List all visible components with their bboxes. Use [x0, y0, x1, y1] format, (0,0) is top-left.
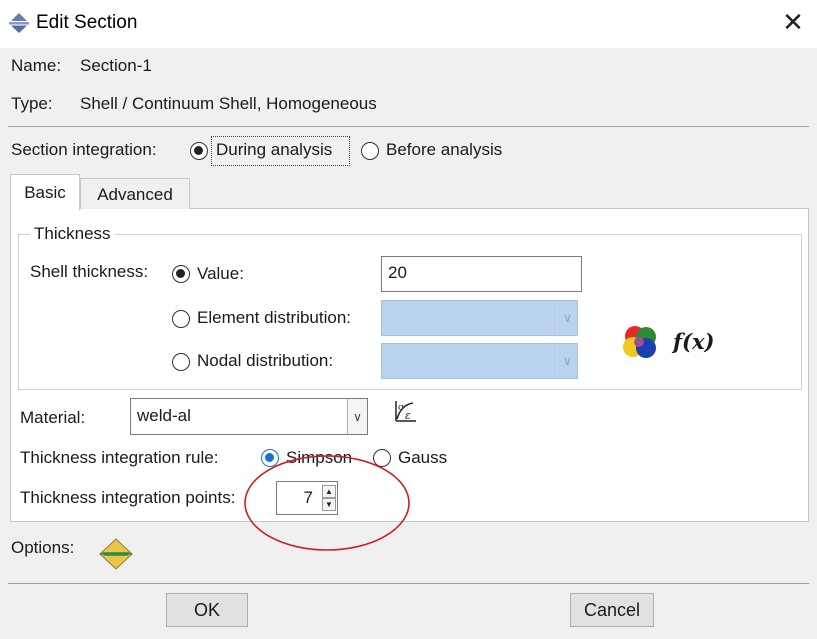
- shell-thickness-label: Shell thickness:: [30, 262, 149, 281]
- material-editor-icon[interactable]: ε σ: [393, 399, 419, 425]
- separator: [8, 126, 809, 127]
- window-title: Edit Section: [36, 12, 138, 33]
- abaqus-section-icon: [9, 13, 29, 33]
- chevron-down-icon: ∨: [557, 301, 577, 335]
- annotation-ellipse: [244, 455, 410, 551]
- integration-points-label: Thickness integration points:: [20, 488, 236, 507]
- tab-advanced[interactable]: Advanced: [80, 178, 190, 209]
- during-analysis-radio[interactable]: [190, 142, 208, 160]
- chevron-down-icon: ∨: [347, 399, 367, 434]
- element-distribution-combo[interactable]: ∨: [381, 300, 578, 336]
- nodal-distribution-label[interactable]: Nodal distribution:: [197, 351, 333, 371]
- section-integration-label: Section integration:: [11, 140, 157, 159]
- type-value: Shell / Continuum Shell, Homogeneous: [80, 94, 377, 113]
- material-label: Material:: [20, 408, 86, 427]
- ok-button[interactable]: OK: [166, 593, 248, 627]
- before-analysis-radio[interactable]: [361, 142, 379, 160]
- integration-rule-label: Thickness integration rule:: [20, 448, 219, 467]
- name-value: Section-1: [80, 56, 152, 75]
- svg-text:ε: ε: [405, 409, 411, 422]
- close-icon[interactable]: ✕: [778, 8, 808, 38]
- nodal-distribution-radio[interactable]: [172, 353, 190, 371]
- material-combo[interactable]: weld-al ∨: [130, 398, 368, 435]
- chevron-down-icon: ∨: [557, 344, 577, 378]
- type-label: Type:: [11, 94, 53, 113]
- tab-basic-label: Basic: [24, 183, 66, 202]
- function-fx-icon[interactable]: f(x): [673, 329, 714, 354]
- diamond-options-icon[interactable]: [98, 537, 134, 571]
- tab-advanced-label: Advanced: [97, 185, 173, 204]
- before-analysis-label[interactable]: Before analysis: [386, 140, 502, 160]
- element-distribution-radio[interactable]: [172, 310, 190, 328]
- svg-text:σ: σ: [398, 403, 404, 413]
- material-value: weld-al: [137, 406, 191, 425]
- thickness-group-title: Thickness: [30, 224, 115, 244]
- separator: [8, 583, 809, 584]
- thickness-value-label[interactable]: Value:: [197, 264, 244, 284]
- name-label: Name:: [11, 56, 62, 75]
- nodal-distribution-combo[interactable]: ∨: [381, 343, 578, 379]
- during-analysis-label[interactable]: During analysis: [216, 140, 332, 160]
- color-spheres-icon[interactable]: [622, 324, 660, 360]
- options-label: Options:: [11, 538, 75, 557]
- cancel-button[interactable]: Cancel: [570, 593, 654, 627]
- element-distribution-label[interactable]: Element distribution:: [197, 308, 351, 328]
- tab-basic[interactable]: Basic: [10, 174, 80, 210]
- thickness-value-input[interactable]: 20: [381, 256, 582, 292]
- thickness-value-radio[interactable]: [172, 265, 190, 283]
